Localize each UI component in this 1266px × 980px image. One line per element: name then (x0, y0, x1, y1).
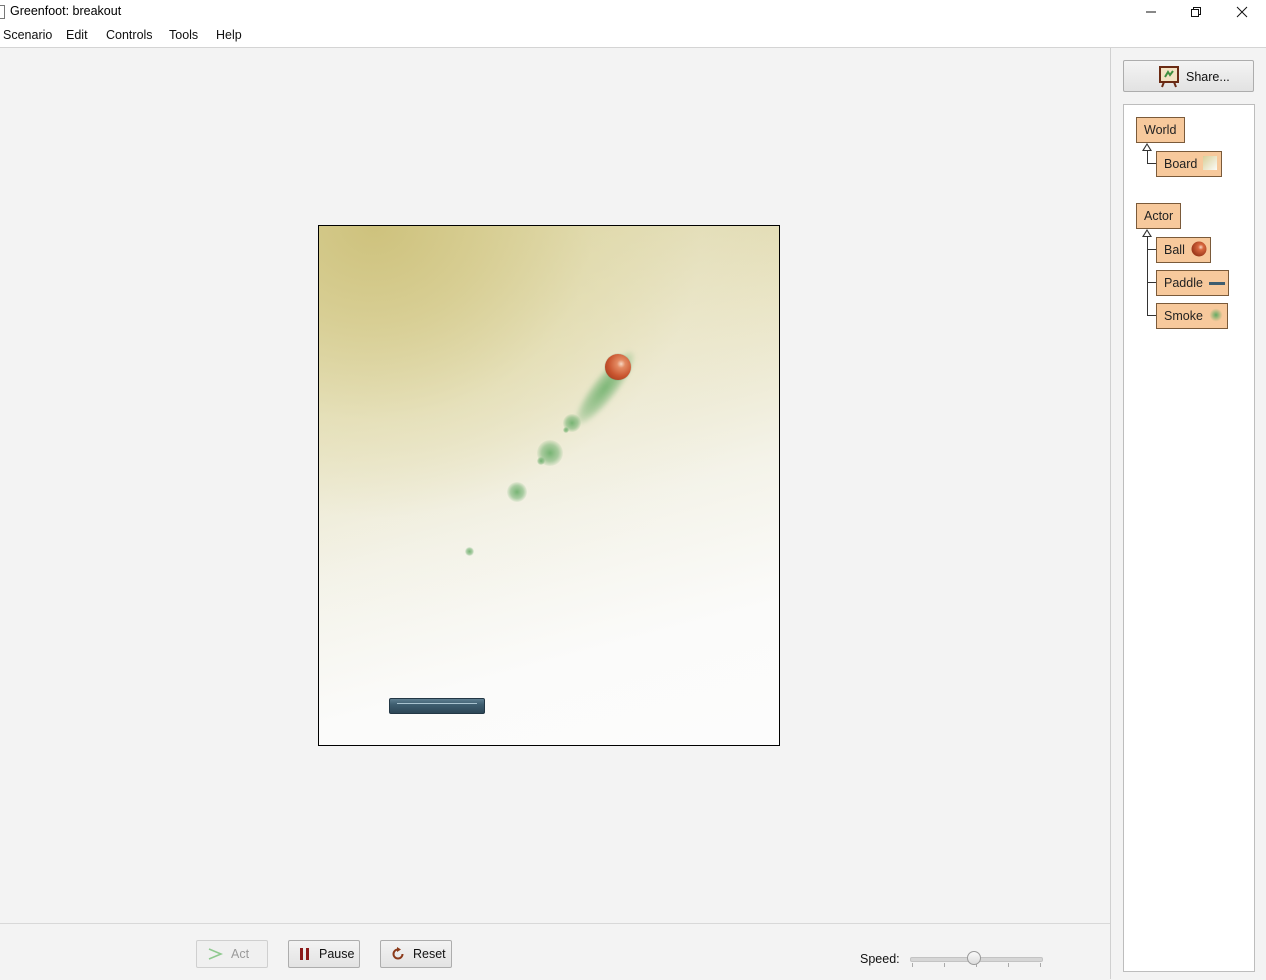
window-title: Greenfoot: breakout (10, 4, 122, 18)
speed-label: Speed: (860, 952, 900, 966)
smoke-puff (537, 457, 545, 465)
tree-connector (1147, 282, 1156, 283)
class-board-label: Board (1164, 157, 1198, 171)
board-thumbnail (1203, 155, 1218, 173)
share-button[interactable]: Share... (1123, 60, 1254, 92)
menu-scenario[interactable]: Scenario (3, 28, 52, 42)
pause-label: Pause (319, 947, 355, 961)
class-diagram: World Board Actor Ball Paddle Smoke (1123, 104, 1255, 972)
pause-button[interactable]: Pause (288, 940, 360, 968)
act-label: Act (231, 947, 250, 961)
panel-divider[interactable] (1110, 48, 1111, 979)
inheritance-arrow-icon (1142, 143, 1152, 151)
class-paddle-label: Paddle (1164, 276, 1203, 290)
minimize-icon[interactable] (1128, 0, 1174, 23)
menu-controls[interactable]: Controls (106, 28, 153, 42)
control-bar: Act Pause Reset Speed: (0, 923, 1110, 980)
paddle-thumbnail (1208, 276, 1225, 290)
menu-edit[interactable]: Edit (66, 28, 88, 42)
class-board[interactable]: Board (1156, 151, 1222, 177)
class-actor[interactable]: Actor (1136, 203, 1181, 229)
class-paddle[interactable]: Paddle (1156, 270, 1229, 296)
menu-help[interactable]: Help (216, 28, 242, 42)
smoke-thumbnail (1209, 308, 1223, 325)
smoke-puff (507, 482, 527, 502)
reset-button[interactable]: Reset (380, 940, 452, 968)
act-button[interactable]: Act (196, 940, 268, 968)
tree-connector (1147, 163, 1156, 164)
speed-tick (944, 963, 945, 967)
tree-connector (1147, 315, 1156, 316)
tree-connector (1147, 249, 1156, 250)
class-world-label: World (1144, 123, 1177, 137)
speed-slider-thumb[interactable] (967, 951, 981, 965)
class-ball[interactable]: Ball (1156, 237, 1211, 263)
share-label: Share... (1186, 70, 1230, 84)
menu-bar: Scenario Edit Controls Tools Help (0, 23, 1266, 48)
close-icon[interactable] (1219, 0, 1265, 23)
act-arrow-icon (208, 948, 223, 960)
speed-tick (1040, 963, 1041, 967)
class-smoke-label: Smoke (1164, 309, 1203, 323)
class-ball-label: Ball (1164, 243, 1185, 257)
share-easel-icon (1158, 66, 1180, 91)
speed-tick (912, 963, 913, 967)
smoke-puff (563, 427, 569, 433)
world-canvas[interactable] (318, 225, 780, 746)
class-actor-label: Actor (1144, 209, 1174, 223)
menu-tools[interactable]: Tools (169, 28, 198, 42)
title-bar: Greenfoot: breakout (0, 0, 1266, 23)
reset-label: Reset (413, 947, 446, 961)
ball-actor[interactable] (605, 354, 631, 380)
ball-thumbnail (1191, 241, 1207, 260)
paddle-actor[interactable] (389, 698, 485, 714)
app-icon (0, 5, 5, 19)
reset-icon (392, 947, 404, 960)
pause-icon (300, 948, 309, 960)
class-world[interactable]: World (1136, 117, 1185, 143)
speed-tick (1008, 963, 1009, 967)
class-smoke[interactable]: Smoke (1156, 303, 1228, 329)
restore-icon[interactable] (1173, 0, 1219, 23)
smoke-puff (465, 547, 474, 556)
inheritance-arrow-icon (1142, 229, 1152, 237)
